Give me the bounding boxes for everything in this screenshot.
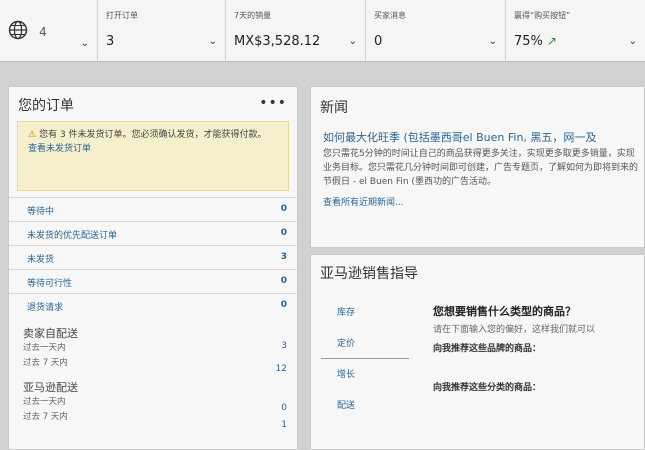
order-row-return-requests[interactable]: 退货请求 0 xyxy=(9,293,297,317)
order-status-list: 等待中 0 未发货的优先配送订单 0 未发货 3 等待可行性 0 退货请求 0 xyxy=(9,197,297,317)
metric-buyer-messages[interactable]: 买家消息 0 ⌄ xyxy=(366,0,506,62)
guide-question: 您想要销售什么类型的商品？ 请在下面输入您的偏好，这样我们就可以 向我推荐这些品… xyxy=(433,303,643,393)
row-count: 0 xyxy=(280,276,287,286)
news-headline[interactable]: 如何最大化旺季 (包括墨西哥el Buen Fin, 黑五，网一及 xyxy=(311,117,644,145)
marketplace-selector[interactable]: 4 ⌄ xyxy=(0,0,98,62)
period-label: 过去 7 天内 xyxy=(23,358,68,368)
guide-tabs: 库存 定价 增长 配送 xyxy=(321,297,409,421)
news-body: 您只需花5分钟的时间让自己的商品获得更多关注，实现更多取更多销量，实现业务目标。… xyxy=(323,149,639,187)
row-count: 3 xyxy=(280,252,287,262)
metric-value: MX$3,528.12 xyxy=(234,34,321,49)
metric-label: 赢得“购买按钮” xyxy=(514,11,571,20)
orders-panel: 您的订单 ••• ⚠ 您有 3 件未发货订单。您必须确认发货，才能获得付款。 查看… xyxy=(8,86,298,450)
chevron-down-icon[interactable]: ⌄ xyxy=(209,36,217,47)
metric-value-text: 75% xyxy=(514,34,543,49)
row-label: 退货请求 xyxy=(27,303,64,313)
order-row-pending[interactable]: 等待中 0 xyxy=(9,197,297,221)
metric-buy-box[interactable]: 赢得“购买按钮” 75% ↗ ⌄ xyxy=(506,0,645,62)
warning-icon: ⚠ xyxy=(28,130,37,140)
globe-icon xyxy=(8,20,28,44)
row-label: 未发货的优先配送订单 xyxy=(27,231,118,241)
tab-inventory[interactable]: 库存 xyxy=(321,297,409,328)
tab-pricing[interactable]: 定价 xyxy=(321,328,409,359)
row-label: 未发货 xyxy=(27,255,55,265)
metric-value: 75% ↗ xyxy=(514,34,639,49)
amazon-fulfilled-title: 亚马逊配送 xyxy=(23,381,78,394)
metrics-bar: 4 ⌄ 打开订单 3 ⌄ 7天的销量 MX$3,528.12 ⌄ 买家消息 0 … xyxy=(0,0,645,62)
recommend-brands-label: 向我推荐这些品牌的商品： xyxy=(433,344,542,354)
view-all-news-link[interactable]: 查看所有近期新闻... xyxy=(311,189,644,208)
metric-open-orders[interactable]: 打开订单 3 ⌄ xyxy=(98,0,226,62)
period-label: 过去一天内 xyxy=(23,397,66,407)
selling-guide-panel: 亚马逊销售指导 库存 定价 增长 配送 您想要销售什么类型的商品？ 请在下面输入… xyxy=(310,254,645,450)
metric-value: 0 xyxy=(374,34,383,49)
news-title: 新闻 xyxy=(320,100,348,116)
row-count: 0 xyxy=(280,300,287,310)
period-count: 3 xyxy=(281,341,287,351)
recommend-categories-label: 向我推荐这些分类的商品： xyxy=(433,383,542,393)
row-label: 等待可行性 xyxy=(27,279,73,289)
view-unshipped-link[interactable]: 查看未发货订单 xyxy=(28,143,280,156)
metric-label: 买家消息 xyxy=(374,11,406,20)
news-panel: 新闻 如何最大化旺季 (包括墨西哥el Buen Fin, 黑五，网一及 您只需… xyxy=(310,86,645,248)
orders-title: 您的订单 xyxy=(18,98,74,114)
period-label: 过去一天内 xyxy=(23,343,66,353)
chevron-down-icon[interactable]: ⌄ xyxy=(349,36,357,47)
order-row-priority-unshipped[interactable]: 未发货的优先配送订单 0 xyxy=(9,221,297,245)
guide-title: 亚马逊销售指导 xyxy=(320,266,418,282)
period-label: 过去 7 天内 xyxy=(23,412,68,422)
tab-fulfillment[interactable]: 配送 xyxy=(321,390,409,421)
amazon-fulfilled-week[interactable]: 过去 7 天内 1 xyxy=(9,410,297,430)
metric-sales-7d[interactable]: 7天的销量 MX$3,528.12 ⌄ xyxy=(226,0,366,62)
chevron-down-icon[interactable]: ⌄ xyxy=(489,36,497,47)
question-subtitle: 请在下面输入您的偏好，这样我们就可以 xyxy=(433,325,596,335)
metric-value: 3 xyxy=(106,34,115,49)
metric-label: 打开订单 xyxy=(106,11,138,20)
row-count: 0 xyxy=(280,204,287,214)
order-row-unshipped[interactable]: 未发货 3 xyxy=(9,245,297,269)
chevron-down-icon[interactable]: ⌄ xyxy=(81,38,89,49)
order-row-pending-availability[interactable]: 等待可行性 0 xyxy=(9,269,297,293)
more-options-icon[interactable]: ••• xyxy=(259,95,287,111)
amazon-fulfilled-day[interactable]: 过去一天内 0 xyxy=(9,395,297,413)
question-title: 您想要销售什么类型的商品？ xyxy=(433,305,576,318)
period-count: 1 xyxy=(281,420,287,430)
seller-fulfilled-week[interactable]: 过去 7 天内 12 xyxy=(9,356,297,374)
marketplace-count: 4 xyxy=(39,25,47,39)
seller-fulfilled-title: 卖家自配送 xyxy=(23,327,78,340)
row-label: 等待中 xyxy=(27,207,55,217)
alert-text: 您有 3 件未发货订单。您必须确认发货，才能获得付款。 xyxy=(39,130,267,140)
metric-label: 7天的销量 xyxy=(234,11,272,20)
tab-growth[interactable]: 增长 xyxy=(321,359,409,390)
trend-up-icon: ↗ xyxy=(546,34,557,48)
chevron-down-icon[interactable]: ⌄ xyxy=(629,36,637,47)
unshipped-alert: ⚠ 您有 3 件未发货订单。您必须确认发货，才能获得付款。 查看未发货订单 xyxy=(17,121,289,191)
row-count: 0 xyxy=(280,228,287,238)
seller-fulfilled-day[interactable]: 过去一天内 3 xyxy=(9,341,297,356)
